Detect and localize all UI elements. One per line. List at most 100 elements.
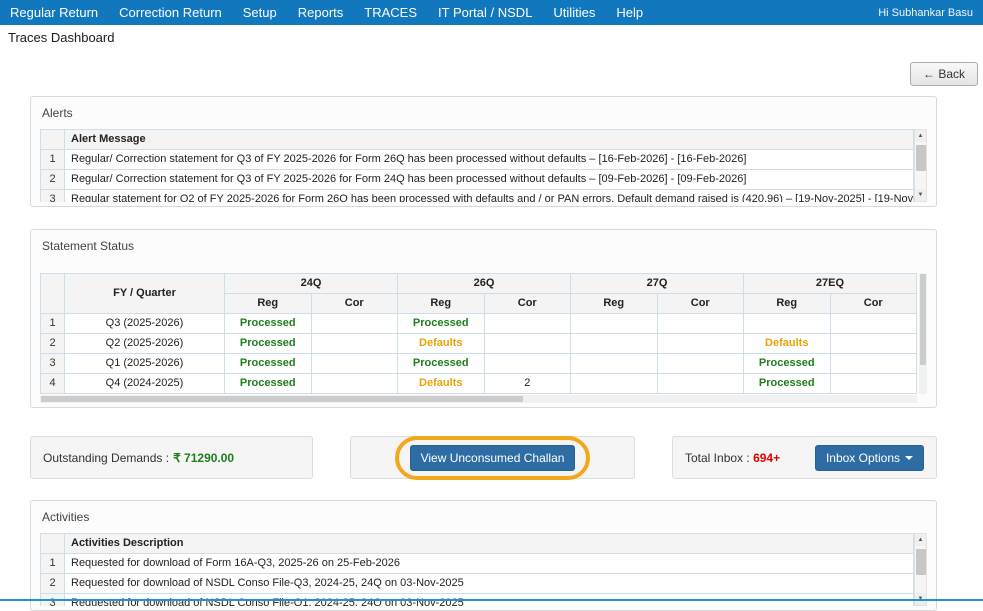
activities-panel: Activities Activities Description 1 Requ… bbox=[30, 500, 937, 611]
subheader-reg: Reg bbox=[224, 293, 312, 314]
nav-regular-return[interactable]: Regular Return bbox=[10, 5, 98, 20]
status-cell bbox=[483, 353, 571, 374]
caret-down-icon bbox=[905, 456, 913, 461]
statement-status-table: FY / Quarter 24Q 26Q 27Q 27EQ Reg Cor Re… bbox=[40, 273, 917, 394]
statement-vertical-scrollbar[interactable] bbox=[919, 273, 927, 394]
status-cell bbox=[570, 353, 658, 374]
activities-table: Activities Description 1 Requested for d… bbox=[40, 533, 914, 606]
status-cell: 2 bbox=[483, 373, 571, 394]
nav-it-portal-nsdl[interactable]: IT Portal / NSDL bbox=[438, 5, 532, 20]
status-cell: Defaults bbox=[397, 333, 485, 354]
scroll-up-icon[interactable]: ▲ bbox=[915, 130, 926, 142]
stmt-number-header bbox=[40, 273, 65, 314]
nav-traces[interactable]: TRACES bbox=[364, 5, 417, 20]
scroll-down-icon[interactable]: ▼ bbox=[915, 189, 926, 201]
status-cell: Processed bbox=[224, 313, 312, 334]
alert-row-number: 2 bbox=[40, 169, 65, 190]
form-group-27q: 27Q bbox=[570, 273, 744, 294]
nav-help[interactable]: Help bbox=[616, 5, 643, 20]
alerts-panel: Alerts Alert Message 1 Regular/ Correcti… bbox=[30, 96, 937, 207]
nav-setup[interactable]: Setup bbox=[243, 5, 277, 20]
alerts-table: Alert Message 1 Regular/ Correction stat… bbox=[40, 129, 914, 202]
status-cell bbox=[570, 373, 658, 394]
subheader-reg: Reg bbox=[570, 293, 658, 314]
status-cell bbox=[570, 333, 658, 354]
scrollbar-thumb[interactable] bbox=[916, 145, 926, 171]
status-cell: Processed bbox=[224, 353, 312, 374]
back-arrow-icon: ← bbox=[922, 67, 935, 81]
status-cell bbox=[743, 313, 831, 334]
status-cell bbox=[310, 313, 398, 334]
scroll-up-icon[interactable]: ▲ bbox=[915, 534, 926, 546]
nav-utilities[interactable]: Utilities bbox=[553, 5, 595, 20]
outstanding-demands-label: Outstanding Demands : bbox=[43, 450, 170, 465]
status-cell bbox=[829, 333, 917, 354]
quarter-cell: Q2 (2025-2026) bbox=[64, 333, 225, 354]
subheader-cor: Cor bbox=[483, 293, 571, 314]
quarter-cell: Q3 (2025-2026) bbox=[64, 313, 225, 334]
scrollbar-thumb[interactable] bbox=[920, 274, 926, 365]
alert-row-number: 1 bbox=[40, 149, 65, 170]
status-cell: Processed bbox=[224, 333, 312, 354]
total-inbox-count: 694+ bbox=[753, 450, 781, 465]
highlight-ellipse: View Unconsumed Challan bbox=[394, 435, 591, 480]
unconsumed-challan-box: View Unconsumed Challan bbox=[350, 435, 635, 480]
nav-items: Regular Return Correction Return Setup R… bbox=[10, 5, 643, 20]
summary-row: Outstanding Demands : ₹ 71290.00 View Un… bbox=[30, 435, 937, 480]
stmt-row-number: 3 bbox=[40, 353, 65, 374]
status-cell: Processed bbox=[743, 373, 831, 394]
activities-number-header bbox=[40, 533, 65, 554]
status-cell: Processed bbox=[224, 373, 312, 394]
inbox-box: Total Inbox : 694+ Inbox Options bbox=[672, 436, 937, 479]
alert-message: Regular/ Correction statement for Q3 of … bbox=[64, 169, 914, 190]
activity-row: 2 Requested for download of NSDL Conso F… bbox=[40, 573, 914, 594]
alerts-table-container: Alert Message 1 Regular/ Correction stat… bbox=[40, 129, 927, 202]
statement-row: 2 Q2 (2025-2026) Processed Defaults Defa… bbox=[40, 333, 917, 354]
status-cell: Defaults bbox=[743, 333, 831, 354]
nav-reports[interactable]: Reports bbox=[298, 5, 344, 20]
statement-row: 1 Q3 (2025-2026) Processed Processed bbox=[40, 313, 917, 334]
status-cell: Defaults bbox=[397, 373, 485, 394]
scrollbar-thumb[interactable] bbox=[916, 549, 926, 575]
subheader-reg: Reg bbox=[397, 293, 485, 314]
view-unconsumed-challan-button[interactable]: View Unconsumed Challan bbox=[409, 444, 576, 471]
alerts-vertical-scrollbar[interactable]: ▲ ▼ bbox=[914, 129, 927, 202]
form-group-24q: 24Q bbox=[224, 273, 398, 294]
statement-status-table-container: FY / Quarter 24Q 26Q 27Q 27EQ Reg Cor Re… bbox=[40, 273, 927, 403]
activity-description: Requested for download of Form 16A-Q3, 2… bbox=[64, 553, 914, 574]
status-cell bbox=[829, 373, 917, 394]
subheader-cor: Cor bbox=[310, 293, 398, 314]
scrollbar-thumb[interactable] bbox=[41, 396, 524, 402]
statement-status-title: Statement Status bbox=[42, 239, 135, 253]
total-inbox-label: Total Inbox : bbox=[685, 450, 750, 465]
inbox-options-button[interactable]: Inbox Options bbox=[814, 444, 924, 471]
activities-vertical-scrollbar[interactable]: ▲ ▼ bbox=[914, 533, 927, 606]
outstanding-demands-box: Outstanding Demands : ₹ 71290.00 bbox=[30, 436, 313, 479]
status-cell bbox=[829, 313, 917, 334]
status-cell bbox=[483, 313, 571, 334]
activity-row: 1 Requested for download of Form 16A-Q3,… bbox=[40, 553, 914, 574]
status-cell bbox=[829, 353, 917, 374]
status-cell: Processed bbox=[397, 313, 485, 334]
top-navigation-bar: Regular Return Correction Return Setup R… bbox=[0, 0, 983, 25]
stmt-row-number: 1 bbox=[40, 313, 65, 334]
nav-correction-return[interactable]: Correction Return bbox=[119, 5, 222, 20]
footer-divider bbox=[0, 599, 983, 601]
status-cell bbox=[656, 313, 744, 334]
status-cell bbox=[310, 373, 398, 394]
activities-column-header: Activities Description bbox=[64, 533, 914, 554]
subheader-cor: Cor bbox=[656, 293, 744, 314]
back-label: Back bbox=[938, 67, 965, 81]
status-cell bbox=[656, 373, 744, 394]
back-button[interactable]: ← Back bbox=[909, 62, 978, 86]
stmt-row-number: 2 bbox=[40, 333, 65, 354]
user-greeting: Hi Subhankar Basu bbox=[878, 6, 973, 19]
alert-row: 3 Regular statement for Q2 of FY 2025-20… bbox=[40, 189, 914, 202]
form-group-26q: 26Q bbox=[397, 273, 571, 294]
statement-horizontal-scrollbar[interactable] bbox=[40, 395, 917, 403]
statement-row: 3 Q1 (2025-2026) Processed Processed Pro… bbox=[40, 353, 917, 374]
status-cell bbox=[570, 313, 658, 334]
status-cell: Processed bbox=[743, 353, 831, 374]
activity-description: Requested for download of NSDL Conso Fil… bbox=[64, 573, 914, 594]
fy-quarter-header: FY / Quarter bbox=[64, 273, 225, 314]
